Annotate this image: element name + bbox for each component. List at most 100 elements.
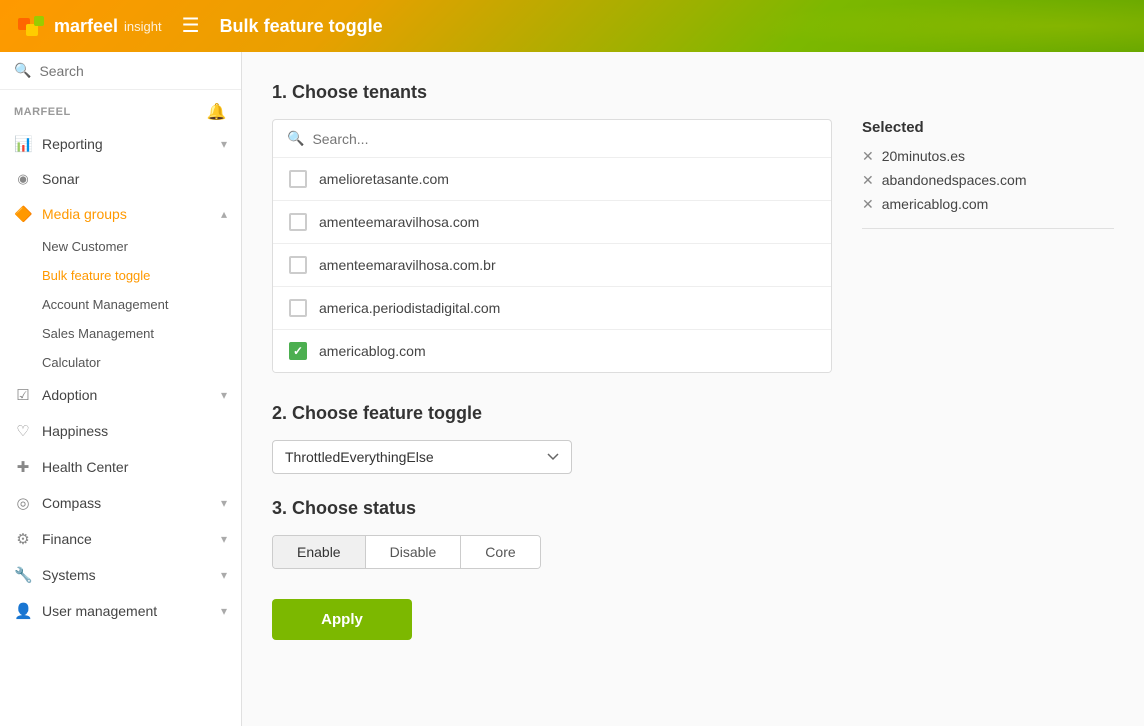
status-enable-button[interactable]: Enable [273, 536, 366, 568]
search-input[interactable] [39, 63, 227, 79]
sidebar-item-health-center[interactable]: ✚ Health Center [0, 449, 241, 485]
tenants-list: 🔍 amelioretasante.com amenteemaravilhosa… [272, 119, 832, 373]
tenant-name: americablog.com [319, 343, 426, 359]
step2-section: 2. Choose feature toggle ThrottledEveryt… [272, 403, 1114, 474]
page-title: Bulk feature toggle [220, 16, 383, 37]
tenant-name: america.periodistadigital.com [319, 300, 500, 316]
sidebar-item-label: Compass [42, 495, 211, 511]
sidebar: 🔍 MARFEEL 🔔 📊 Reporting ▾ ◉ Sonar 🔶 Medi… [0, 52, 242, 726]
tenant-checkbox-1[interactable] [289, 170, 307, 188]
list-item: ✕ americablog.com [862, 196, 1114, 212]
status-buttons: Enable Disable Core [272, 535, 541, 569]
search-icon: 🔍 [14, 62, 31, 79]
sidebar-item-happiness[interactable]: ♡ Happiness [0, 413, 241, 449]
tenant-checkbox-2[interactable] [289, 213, 307, 231]
header: marfeel insight ☰ Bulk feature toggle [0, 0, 1144, 52]
list-item: ✕ abandonedspaces.com [862, 172, 1114, 188]
sidebar-item-media-groups[interactable]: 🔶 Media groups ▴ [0, 196, 241, 232]
systems-icon: 🔧 [14, 566, 32, 584]
table-row: amelioretasante.com [273, 158, 831, 201]
happiness-icon: ♡ [14, 422, 32, 440]
step2-title: 2. Choose feature toggle [272, 403, 1114, 424]
sidebar-item-label: User management [42, 603, 211, 619]
adoption-icon: ☑ [14, 386, 32, 404]
user-management-icon: 👤 [14, 602, 32, 620]
selected-title: Selected [862, 119, 1114, 136]
tenant-name: amenteemaravilhosa.com [319, 214, 479, 230]
main-layout: 🔍 MARFEEL 🔔 📊 Reporting ▾ ◉ Sonar 🔶 Medi… [0, 52, 1144, 726]
sidebar-search[interactable]: 🔍 [0, 52, 241, 90]
apply-button[interactable]: Apply [272, 599, 412, 640]
search-icon: 🔍 [287, 130, 304, 147]
selected-name: americablog.com [882, 196, 989, 212]
sidebar-item-sales-management[interactable]: Sales Management [0, 319, 241, 348]
sidebar-item-finance[interactable]: ⚙ Finance ▾ [0, 521, 241, 557]
sidebar-item-sonar[interactable]: ◉ Sonar [0, 162, 241, 196]
sonar-icon: ◉ [14, 171, 32, 187]
notification-icon: 🔔 [207, 102, 227, 122]
status-core-button[interactable]: Core [461, 536, 539, 568]
status-disable-button[interactable]: Disable [366, 536, 462, 568]
table-row: americablog.com [273, 330, 831, 372]
sidebar-item-label: Systems [42, 567, 211, 583]
sidebar-item-adoption[interactable]: ☑ Adoption ▾ [0, 377, 241, 413]
tenants-search[interactable]: 🔍 [273, 120, 831, 158]
chevron-down-icon: ▾ [221, 496, 227, 510]
tenant-checkbox-3[interactable] [289, 256, 307, 274]
chevron-down-icon: ▾ [221, 532, 227, 546]
remove-icon-3[interactable]: ✕ [862, 197, 874, 211]
media-groups-icon: 🔶 [14, 205, 32, 223]
sidebar-item-calculator[interactable]: Calculator [0, 348, 241, 377]
sidebar-item-reporting[interactable]: 📊 Reporting ▾ [0, 126, 241, 162]
table-row: amenteemaravilhosa.com.br [273, 244, 831, 287]
reporting-icon: 📊 [14, 135, 32, 153]
selected-name: abandonedspaces.com [882, 172, 1027, 188]
chevron-down-icon: ▾ [221, 137, 227, 151]
step3-section: 3. Choose status Enable Disable Core [272, 498, 1114, 569]
sidebar-item-account-management[interactable]: Account Management [0, 290, 241, 319]
chevron-down-icon: ▾ [221, 568, 227, 582]
logo-icon [16, 10, 48, 42]
selected-panel: Selected ✕ 20minutos.es ✕ abandonedspace… [862, 119, 1114, 373]
sidebar-item-systems[interactable]: 🔧 Systems ▾ [0, 557, 241, 593]
finance-icon: ⚙ [14, 530, 32, 548]
sidebar-item-label: Happiness [42, 423, 227, 439]
sidebar-item-compass[interactable]: ◎ Compass ▾ [0, 485, 241, 521]
chevron-down-icon: ▾ [221, 604, 227, 618]
sidebar-item-label: Health Center [42, 459, 227, 475]
logo-sub: insight [124, 19, 162, 34]
sidebar-item-new-customer[interactable]: New Customer [0, 232, 241, 261]
sidebar-section-label: MARFEEL 🔔 [0, 90, 241, 126]
sidebar-item-label: Sonar [42, 171, 227, 187]
logo-text: marfeel [54, 16, 118, 37]
remove-icon-2[interactable]: ✕ [862, 173, 874, 187]
content: 1. Choose tenants 🔍 amelioretasante.com … [242, 52, 1144, 726]
list-item: ✕ 20minutos.es [862, 148, 1114, 164]
sidebar-item-user-management[interactable]: 👤 User management ▾ [0, 593, 241, 629]
chevron-down-icon: ▾ [221, 388, 227, 402]
tenant-name: amenteemaravilhosa.com.br [319, 257, 496, 273]
table-row: america.periodistadigital.com [273, 287, 831, 330]
media-groups-submenu: New Customer Bulk feature toggle Account… [0, 232, 241, 377]
step1-title: 1. Choose tenants [272, 82, 1114, 103]
compass-icon: ◎ [14, 494, 32, 512]
tenants-search-input[interactable] [312, 131, 817, 147]
sidebar-item-label: Reporting [42, 136, 211, 152]
selected-divider [862, 228, 1114, 229]
chevron-up-icon: ▴ [221, 207, 227, 221]
tenant-checkbox-4[interactable] [289, 299, 307, 317]
hamburger-icon[interactable]: ☰ [182, 16, 200, 36]
step3-title: 3. Choose status [272, 498, 1114, 519]
logo: marfeel insight [16, 10, 162, 42]
sidebar-item-label: Media groups [42, 206, 211, 222]
remove-icon-1[interactable]: ✕ [862, 149, 874, 163]
tenant-checkbox-5[interactable] [289, 342, 307, 360]
table-row: amenteemaravilhosa.com [273, 201, 831, 244]
tenants-panel: 🔍 amelioretasante.com amenteemaravilhosa… [272, 119, 1114, 373]
tenant-name: amelioretasante.com [319, 171, 449, 187]
selected-name: 20minutos.es [882, 148, 965, 164]
feature-toggle-select[interactable]: ThrottledEverythingElse FeatureA Feature… [272, 440, 572, 474]
sidebar-item-bulk-feature-toggle[interactable]: Bulk feature toggle [0, 261, 241, 290]
sidebar-item-label: Finance [42, 531, 211, 547]
health-center-icon: ✚ [14, 458, 32, 476]
